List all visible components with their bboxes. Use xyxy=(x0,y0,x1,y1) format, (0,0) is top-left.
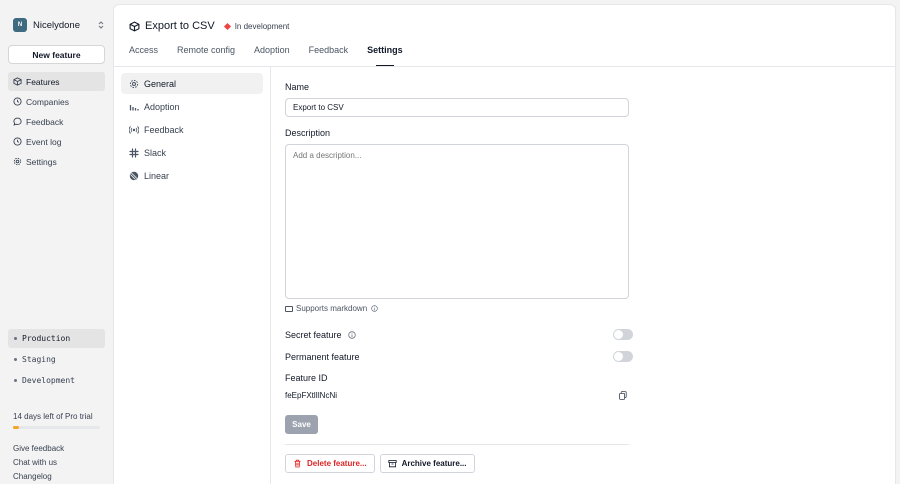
subnav-general[interactable]: General xyxy=(121,73,263,94)
page-title: Export to CSV xyxy=(145,20,215,32)
env-label: Production xyxy=(22,334,71,343)
tab-bar: Access Remote config Adoption Feedback S… xyxy=(129,45,422,67)
subnav-label: Feedback xyxy=(144,124,184,135)
secret-feature-toggle[interactable] xyxy=(613,329,633,340)
env-label: Development xyxy=(22,376,75,385)
workspace-switcher[interactable]: N Nicelydone xyxy=(13,17,105,33)
sidebar-nav: Features Companies Feedback Event log Se… xyxy=(8,72,105,172)
divider xyxy=(114,66,895,67)
subnav-adoption[interactable]: Adoption xyxy=(121,96,263,117)
chevron-up-down-icon xyxy=(98,21,104,29)
save-button[interactable]: Save xyxy=(285,415,318,434)
env-label: Staging xyxy=(22,355,56,364)
status-badge[interactable]: In development xyxy=(223,21,290,31)
env-staging[interactable]: Staging xyxy=(8,350,105,369)
divider xyxy=(270,67,271,484)
trial-progress-fill xyxy=(13,426,20,429)
trash-icon xyxy=(294,459,301,468)
info-icon[interactable] xyxy=(371,305,378,312)
env-dot-icon xyxy=(14,379,17,382)
sidebar-item-settings[interactable]: Settings xyxy=(8,152,105,171)
package-icon xyxy=(13,77,22,86)
environment-list: Production Staging Development xyxy=(8,329,105,392)
tab-remote-config[interactable]: Remote config xyxy=(177,45,235,67)
env-dot-icon xyxy=(14,337,17,340)
sidebar-item-label: Features xyxy=(26,76,60,87)
status-label: In development xyxy=(234,21,290,31)
bar-chart-icon xyxy=(129,104,139,110)
page-header: Export to CSV In development xyxy=(129,19,289,33)
info-icon[interactable] xyxy=(347,330,356,339)
tab-feedback[interactable]: Feedback xyxy=(309,45,349,67)
slack-icon xyxy=(129,147,139,158)
sidebar-item-features[interactable]: Features xyxy=(8,72,105,91)
package-icon xyxy=(129,20,140,32)
subnav-label: Adoption xyxy=(144,101,180,112)
main-panel: Export to CSV In development Access Remo… xyxy=(113,4,896,484)
env-dot-icon xyxy=(14,358,17,361)
chat-link[interactable]: Chat with us xyxy=(13,456,64,470)
feature-id-row: feEpFXtlIlNcNi xyxy=(285,391,627,400)
gear-icon xyxy=(129,79,139,88)
danger-actions: Delete feature... Archive feature... xyxy=(285,454,480,473)
subnav-label: General xyxy=(144,78,177,89)
name-label: Name xyxy=(285,82,310,92)
archive-feature-label: Archive feature... xyxy=(401,459,467,468)
trial-progress-bar xyxy=(13,426,100,429)
sidebar-footer: Give feedback Chat with us Changelog xyxy=(13,442,64,484)
clock-icon xyxy=(13,97,22,106)
subnav-slack[interactable]: Slack xyxy=(121,142,263,163)
gear-icon xyxy=(13,157,22,166)
delete-feature-button[interactable]: Delete feature... xyxy=(285,454,375,473)
chat-icon xyxy=(13,117,22,126)
permanent-feature-label: Permanent feature xyxy=(285,351,360,362)
feature-id-value: feEpFXtlIlNcNi xyxy=(285,391,338,400)
subnav-linear[interactable]: Linear xyxy=(121,165,263,186)
trial-status: 14 days left of Pro trial xyxy=(13,412,93,421)
env-production[interactable]: Production xyxy=(8,329,105,348)
archive-icon xyxy=(387,460,397,468)
name-input[interactable] xyxy=(285,98,629,117)
tab-settings[interactable]: Settings xyxy=(367,45,403,67)
give-feedback-link[interactable]: Give feedback xyxy=(13,442,64,456)
subnav-label: Slack xyxy=(144,147,167,158)
secret-feature-label: Secret feature xyxy=(285,329,342,340)
archive-feature-button[interactable]: Archive feature... xyxy=(379,454,475,473)
sidebar-item-label: Companies xyxy=(26,96,69,107)
env-development[interactable]: Development xyxy=(8,371,105,390)
tab-adoption[interactable]: Adoption xyxy=(254,45,290,67)
sidebar-item-event-log[interactable]: Event log xyxy=(8,132,105,151)
markdown-hint: Supports markdown xyxy=(285,304,378,313)
clock-icon xyxy=(13,137,22,146)
delete-feature-label: Delete feature... xyxy=(307,459,367,468)
subnav-label: Linear xyxy=(144,170,170,181)
changelog-link[interactable]: Changelog xyxy=(13,470,64,484)
feature-id-label: Feature ID xyxy=(285,373,328,383)
linear-icon xyxy=(129,171,139,180)
workspace-name: Nicelydone xyxy=(33,19,80,31)
markdown-icon xyxy=(285,305,293,312)
sidebar: N Nicelydone New feature Features Compan… xyxy=(0,0,113,484)
subnav-feedback[interactable]: Feedback xyxy=(121,119,263,140)
permanent-feature-row: Permanent feature xyxy=(285,351,633,362)
markdown-label: Supports markdown xyxy=(296,304,368,313)
divider xyxy=(285,444,629,445)
secret-feature-row: Secret feature xyxy=(285,329,633,340)
workspace-logo: N xyxy=(13,18,27,32)
settings-subnav: General Adoption Feedback Slack Linear xyxy=(121,73,263,188)
description-label: Description xyxy=(285,128,331,138)
sidebar-item-feedback[interactable]: Feedback xyxy=(8,112,105,131)
copy-icon[interactable] xyxy=(619,391,627,400)
description-textarea[interactable] xyxy=(285,144,629,299)
new-feature-button[interactable]: New feature xyxy=(8,45,105,64)
sidebar-item-label: Feedback xyxy=(26,116,64,127)
sidebar-item-companies[interactable]: Companies xyxy=(8,92,105,111)
sidebar-item-label: Settings xyxy=(26,156,57,167)
broadcast-icon xyxy=(129,125,139,134)
status-dot-icon xyxy=(223,22,231,30)
tab-access[interactable]: Access xyxy=(129,45,158,67)
permanent-feature-toggle[interactable] xyxy=(613,351,633,362)
sidebar-item-label: Event log xyxy=(26,136,62,147)
